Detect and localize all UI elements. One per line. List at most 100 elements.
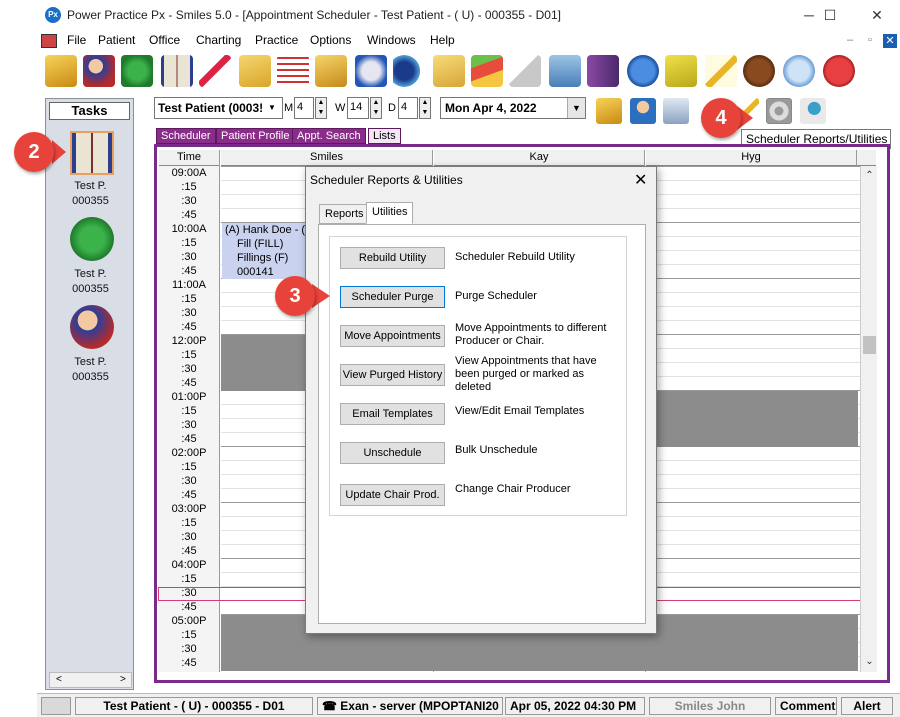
dialog-title: Scheduler Reports & Utilities (310, 173, 463, 187)
week-spinner[interactable]: ▲ ▼ (370, 97, 382, 119)
menu-file[interactable]: File (67, 33, 86, 47)
patient-select[interactable]: Test Patient (0003! (154, 97, 283, 119)
chevron-down-icon[interactable]: ▼ (268, 103, 276, 112)
chat-icon[interactable] (783, 55, 815, 87)
scheduler-card-icon[interactable] (663, 98, 689, 124)
tab-patient-profile[interactable]: Patient Profile (216, 128, 295, 144)
unschedule-button[interactable]: Unschedule (340, 442, 445, 464)
exit-icon[interactable] (823, 55, 855, 87)
month-spinner[interactable]: ▲ ▼ (315, 97, 327, 119)
menu-options[interactable]: Options (310, 33, 351, 47)
tab-lists[interactable]: Lists (368, 128, 401, 144)
scheduler-utilities-gear-icon[interactable] (766, 98, 792, 124)
tasks-scrollbar[interactable]: < > (49, 672, 132, 688)
calculator-icon[interactable] (549, 55, 581, 87)
column-hyg[interactable]: Hyg (645, 150, 857, 166)
edit-pencil-icon[interactable] (199, 55, 231, 87)
inventory-icon[interactable] (471, 55, 503, 87)
scroll-down-arrow[interactable]: ⌄ (861, 656, 878, 667)
prescription-icon[interactable] (355, 55, 387, 87)
edi-icon[interactable] (587, 55, 619, 87)
task-money-icon[interactable] (70, 217, 114, 261)
info-icon[interactable] (627, 55, 659, 87)
patients-icon[interactable] (83, 55, 115, 87)
close-window-button[interactable]: ✕ (862, 4, 892, 26)
menu-charting[interactable]: Charting (196, 33, 241, 47)
camera-icon[interactable] (41, 697, 71, 715)
grid-vertical-scrollbar[interactable]: ⌃ ⌄ (860, 166, 877, 672)
chart-icon[interactable] (277, 55, 309, 87)
task-2-name: Test P. (74, 268, 107, 280)
scheduler-patient-icon[interactable] (630, 98, 656, 124)
exam-icon: ☎ (322, 699, 337, 713)
column-time: Time (158, 150, 220, 166)
scroll-right-arrow[interactable]: > (120, 674, 126, 685)
status-bar: Test Patient - ( U) - 000355 - D01 ☎ Exa… (37, 693, 900, 717)
scroll-left-arrow[interactable]: < (56, 674, 62, 685)
imaging-icon[interactable] (393, 55, 425, 87)
appointment-block[interactable]: (A) Hank Doe - (D Fill (FILL) Fillings (… (222, 223, 305, 279)
appointment-book-icon[interactable] (161, 55, 193, 87)
week-input[interactable]: 14 (347, 97, 369, 119)
view-purged-history-button[interactable]: View Purged History (340, 364, 445, 386)
scroll-up-arrow[interactable]: ⌃ (861, 170, 878, 181)
football-icon[interactable] (743, 55, 775, 87)
time-slot-label: 03:00P (171, 503, 207, 515)
task-patients-icon[interactable] (70, 305, 114, 349)
blocked-time-hyg[interactable] (646, 391, 858, 447)
dialog-tab-reports[interactable]: Reports (319, 204, 370, 224)
task-1-id: 000355 (72, 195, 109, 207)
time-slot-label: :30 (181, 307, 197, 319)
move-appointments-button[interactable]: Move Appointments (340, 325, 445, 347)
email-templates-button[interactable]: Email Templates (340, 403, 445, 425)
date-picker[interactable]: Mon Apr 4, 2022 (440, 97, 586, 119)
status-exam-text: Exan - server (MPOPTANI20 (340, 699, 499, 713)
document-folder-icon[interactable] (239, 55, 271, 87)
time-slot-label: :30 (181, 475, 197, 487)
dialog-close-button[interactable]: ✕ (634, 170, 647, 190)
time-slot-label: :15 (181, 349, 197, 361)
month-input[interactable]: 4 (294, 97, 314, 119)
dialog-tab-utilities[interactable]: Utilities (366, 202, 414, 224)
mdi-minimize-button[interactable]: – (843, 34, 857, 46)
records-folder-icon[interactable] (315, 55, 347, 87)
notes-icon[interactable] (509, 55, 541, 87)
time-slot-label: :15 (181, 461, 197, 473)
scheduler-purge-button[interactable]: Scheduler Purge (340, 286, 445, 308)
reminder-icon[interactable] (665, 55, 697, 87)
menu-practice[interactable]: Practice (255, 33, 298, 47)
menu-windows[interactable]: Windows (367, 33, 416, 47)
mdi-restore-button[interactable]: ▫ (863, 34, 877, 46)
menu-patient[interactable]: Patient (98, 33, 135, 47)
files-icon[interactable] (433, 55, 465, 87)
date-chevron-down-icon[interactable]: ▼ (567, 98, 585, 118)
update-chair-prod-button[interactable]: Update Chair Prod. (340, 484, 445, 506)
appointment-patient: (A) Hank Doe - (D (225, 224, 305, 236)
time-slot-label: 04:00P (171, 559, 207, 571)
day-spinner[interactable]: ▲ ▼ (419, 97, 431, 119)
task-2-id: 000355 (72, 283, 109, 295)
comment-button[interactable]: Comment (775, 697, 837, 715)
rebuild-utility-button[interactable]: Rebuild Utility (340, 247, 445, 269)
column-smiles[interactable]: Smiles (220, 150, 433, 166)
scheduler-open-folder-icon[interactable] (596, 98, 622, 124)
time-slot-label: :30 (181, 643, 197, 655)
maximize-button[interactable]: ☐ (815, 4, 845, 26)
open-folder-icon[interactable] (45, 55, 77, 87)
scheduler-recall-icon[interactable] (800, 98, 826, 124)
tab-appt-search[interactable]: Appt. Search (292, 128, 366, 144)
task-appointment-book-icon[interactable] (70, 131, 114, 175)
tab-scheduler[interactable]: Scheduler (156, 128, 216, 144)
document-menu-icon[interactable] (41, 34, 57, 48)
mdi-close-button[interactable]: ✕ (883, 34, 897, 48)
time-slot-label: 02:00P (171, 447, 207, 459)
menu-help[interactable]: Help (430, 33, 455, 47)
alert-button[interactable]: Alert (841, 697, 893, 715)
day-label: D (388, 102, 396, 114)
column-kay[interactable]: Kay (433, 150, 645, 166)
day-input[interactable]: 4 (398, 97, 418, 119)
write-notes-icon[interactable] (705, 55, 737, 87)
money-icon[interactable] (121, 55, 153, 87)
menu-office[interactable]: Office (149, 33, 180, 47)
scroll-thumb[interactable] (863, 336, 876, 354)
